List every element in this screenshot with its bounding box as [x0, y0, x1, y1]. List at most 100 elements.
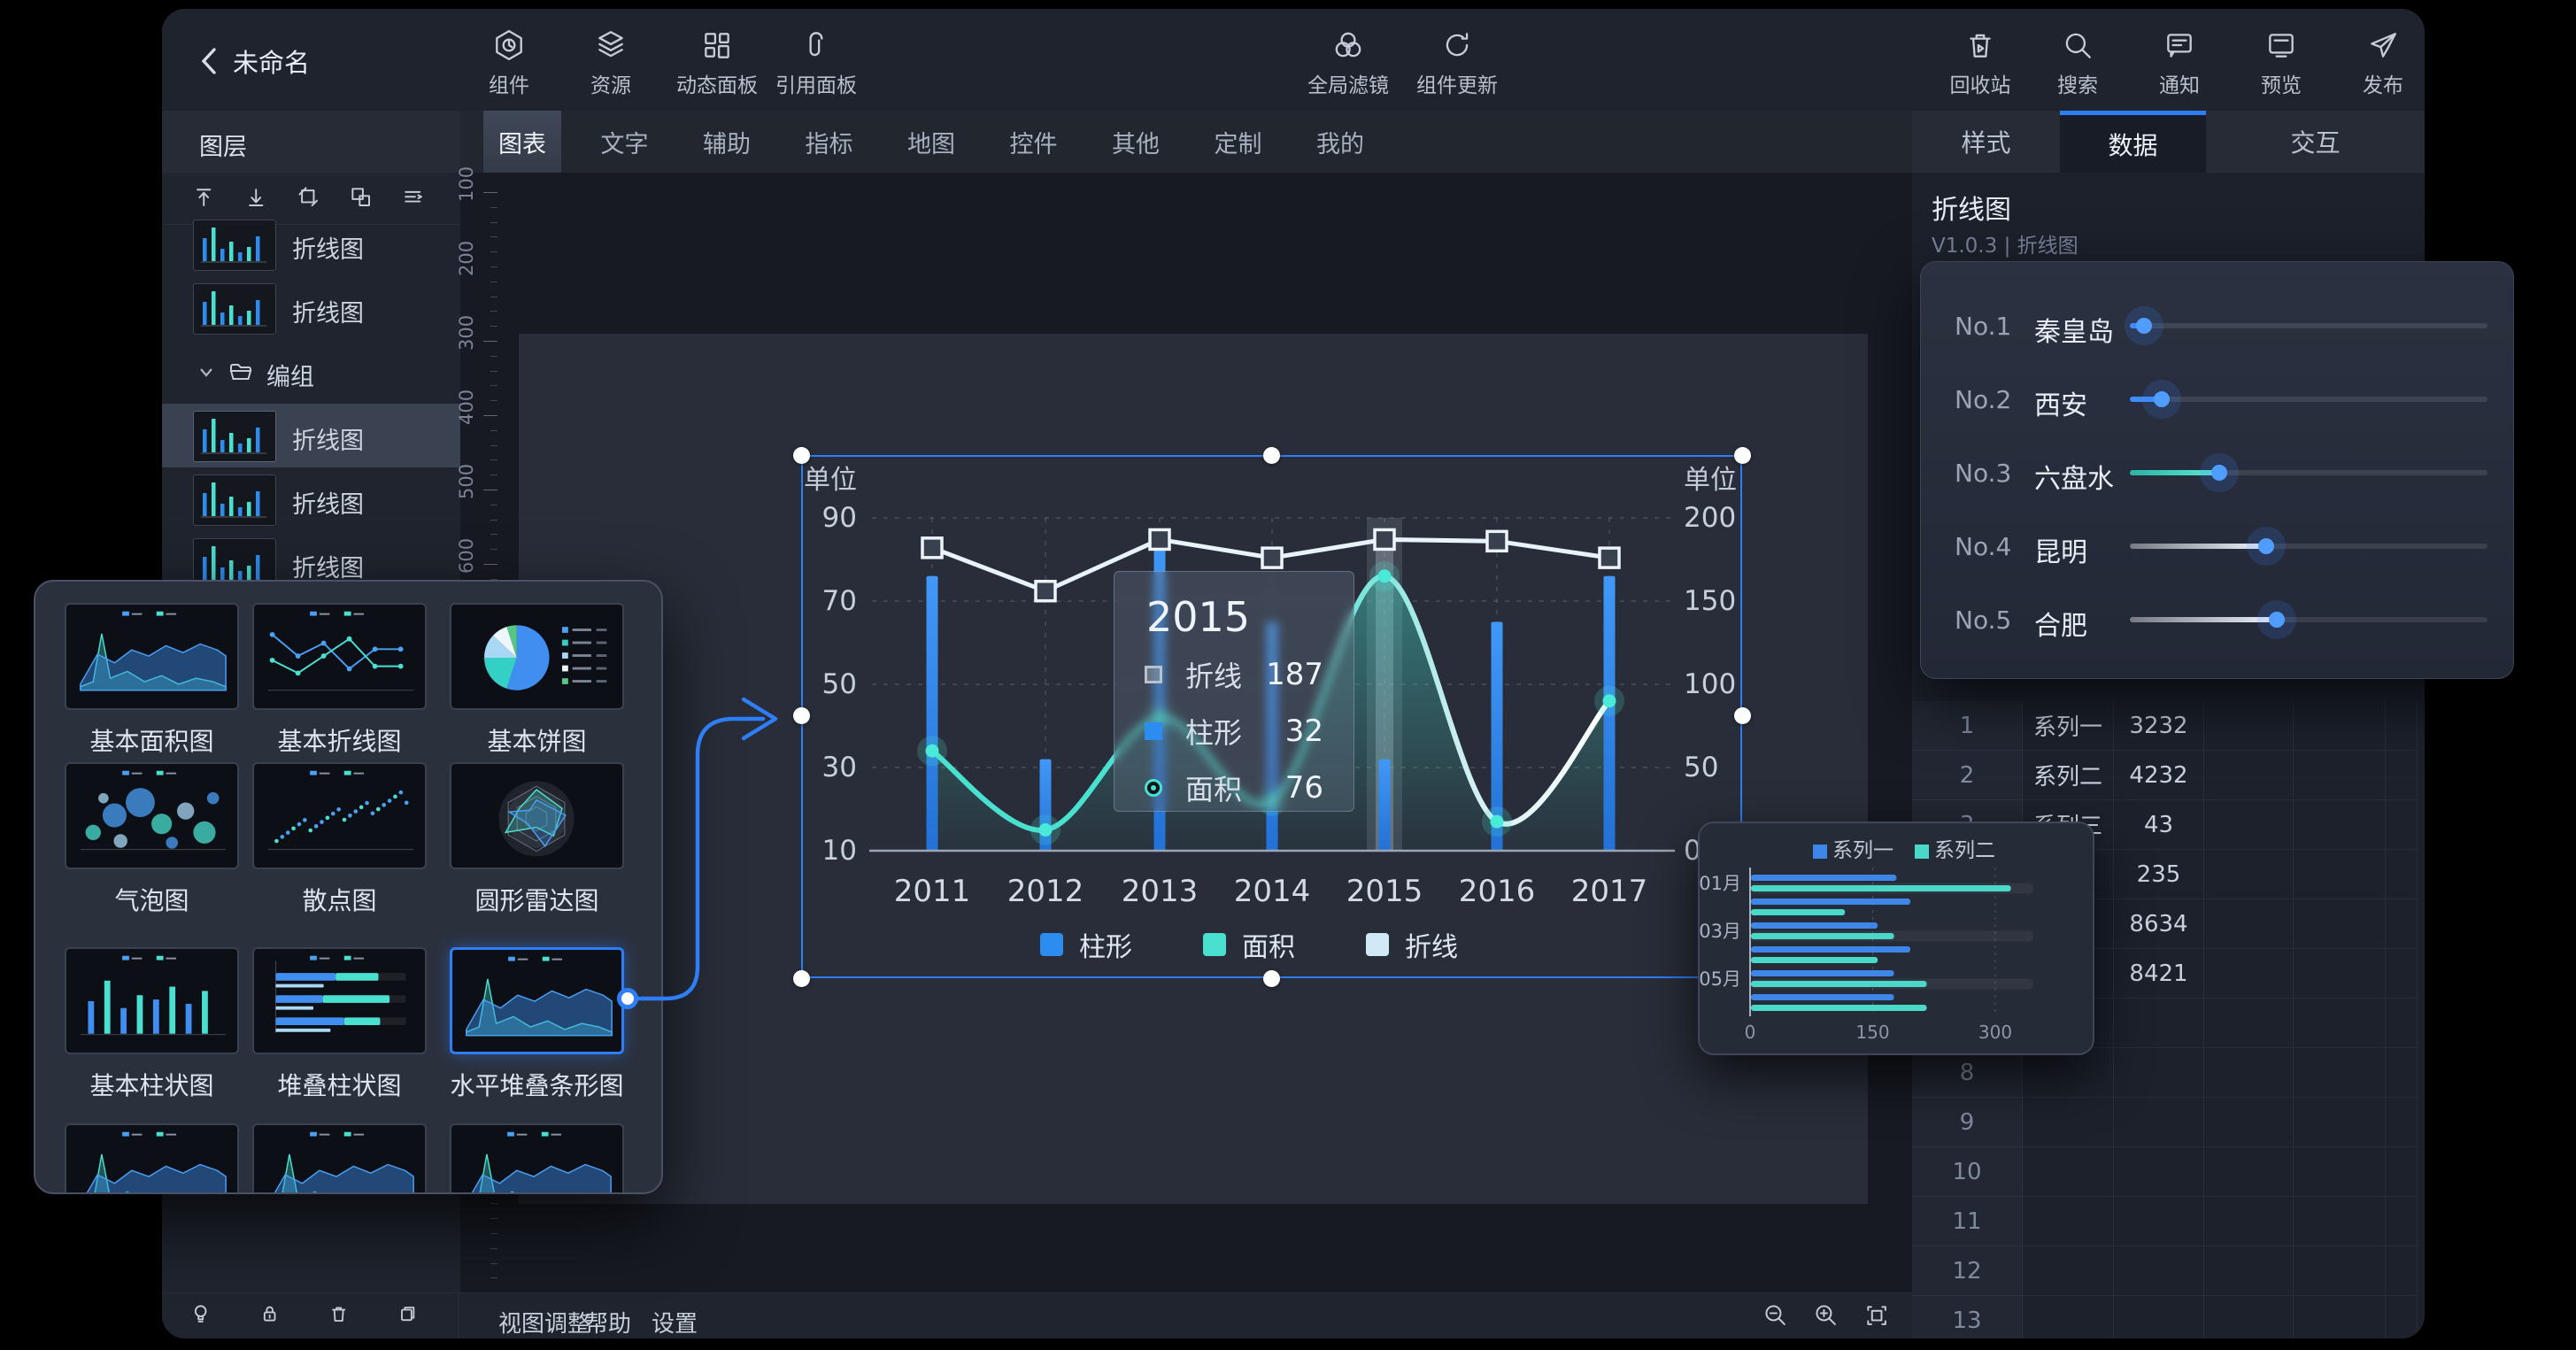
- table-cell[interactable]: [2294, 899, 2386, 949]
- fit-view-button[interactable]: [1863, 1302, 1892, 1331]
- table-cell[interactable]: [2204, 1197, 2294, 1246]
- table-cell[interactable]: [2386, 800, 2418, 850]
- bottombar-idea-button[interactable]: [190, 1303, 217, 1330]
- table-index-cell[interactable]: 1: [1912, 701, 2023, 751]
- table-cell[interactable]: [2386, 1296, 2418, 1338]
- table-cell[interactable]: [2294, 1296, 2386, 1338]
- legend-item-2[interactable]: 面积: [1203, 925, 1295, 964]
- table-cell[interactable]: [2204, 899, 2294, 949]
- topbar-tool-resources[interactable]: 资源: [556, 28, 666, 98]
- table-index-cell[interactable]: 11: [1912, 1197, 2023, 1246]
- layers-tool-to-back[interactable]: [243, 184, 272, 212]
- selection-handle[interactable]: [793, 447, 810, 464]
- table-cell[interactable]: [2023, 1147, 2114, 1197]
- table-cell[interactable]: [2114, 1147, 2204, 1197]
- table-cell[interactable]: [2114, 1098, 2204, 1147]
- gallery-item-7[interactable]: 基本柱状图: [65, 947, 239, 1102]
- layer-item-row[interactable]: 折线图: [162, 212, 460, 276]
- rank-slider-track[interactable]: [2130, 544, 2487, 549]
- layers-tool-to-front[interactable]: [191, 184, 220, 212]
- table-cell[interactable]: [2204, 850, 2294, 899]
- table-cell[interactable]: 系列一: [2023, 701, 2114, 751]
- table-index-cell[interactable]: 10: [1912, 1147, 2023, 1197]
- rank-slider-track[interactable]: [2130, 470, 2487, 475]
- table-cell[interactable]: [2204, 1296, 2294, 1338]
- gallery-item-1[interactable]: 基本面积图: [65, 603, 239, 758]
- zoom-out-button[interactable]: [1762, 1302, 1791, 1331]
- table-cell[interactable]: [2204, 1048, 2294, 1098]
- chevron-down-icon[interactable]: [197, 363, 215, 381]
- gallery-item-partial[interactable]: [65, 1123, 239, 1194]
- table-index-cell[interactable]: 12: [1912, 1246, 2023, 1296]
- rank-slider-knob[interactable]: [2258, 538, 2274, 554]
- back-button[interactable]: 未命名: [199, 42, 310, 80]
- right-panel-tab-2[interactable]: 数据: [2060, 111, 2206, 173]
- table-cell[interactable]: [2386, 949, 2418, 999]
- table-cell[interactable]: [2023, 1246, 2114, 1296]
- table-cell[interactable]: [2386, 899, 2418, 949]
- gallery-item-4[interactable]: 气泡图: [65, 762, 239, 917]
- table-cell[interactable]: [2294, 800, 2386, 850]
- table-cell[interactable]: [2294, 1197, 2386, 1246]
- table-cell[interactable]: [2204, 1246, 2294, 1296]
- layers-tool-ungroup[interactable]: [348, 184, 376, 212]
- table-cell[interactable]: 4232: [2114, 751, 2204, 800]
- gallery-item-partial[interactable]: [252, 1123, 427, 1194]
- table-cell[interactable]: [2023, 1048, 2114, 1098]
- table-cell[interactable]: [2114, 1246, 2204, 1296]
- table-cell[interactable]: [2386, 1147, 2418, 1197]
- table-cell[interactable]: [2204, 701, 2294, 751]
- bottombar-lock-button[interactable]: [259, 1303, 286, 1330]
- table-cell[interactable]: [2204, 1147, 2294, 1197]
- bottombar-delete-button[interactable]: [328, 1303, 355, 1330]
- table-cell[interactable]: [2294, 1098, 2386, 1147]
- table-cell[interactable]: [2294, 701, 2386, 751]
- table-cell[interactable]: 8634: [2114, 899, 2204, 949]
- gallery-item-partial[interactable]: [450, 1123, 624, 1194]
- table-cell[interactable]: [2294, 1048, 2386, 1098]
- gallery-item-8[interactable]: 堆叠柱状图: [252, 947, 427, 1102]
- component-tab-5[interactable]: 地图: [892, 111, 970, 173]
- topbar-tool-recycle-bin[interactable]: 回收站: [1925, 28, 2035, 98]
- component-tab-8[interactable]: 定制: [1199, 111, 1277, 173]
- table-cell[interactable]: [2386, 1098, 2418, 1147]
- table-cell[interactable]: [2294, 949, 2386, 999]
- component-tab-3[interactable]: 辅助: [688, 111, 766, 173]
- topbar-tool-dynamic-panel[interactable]: 动态面板: [662, 28, 772, 98]
- gallery-item-2[interactable]: 基本折线图: [252, 603, 427, 758]
- table-cell[interactable]: [2386, 1197, 2418, 1246]
- topbar-tool-component-update[interactable]: 组件更新: [1402, 28, 1512, 98]
- gallery-item-5[interactable]: 散点图: [252, 762, 427, 917]
- topbar-tool-preview[interactable]: 预览: [2226, 28, 2336, 98]
- layers-tool-layer-align[interactable]: [400, 184, 428, 212]
- table-cell[interactable]: [2386, 999, 2418, 1048]
- table-cell[interactable]: 8421: [2114, 949, 2204, 999]
- layer-item-row[interactable]: 折线图: [162, 467, 460, 531]
- table-cell[interactable]: [2386, 1246, 2418, 1296]
- table-cell[interactable]: 43: [2114, 800, 2204, 850]
- table-cell[interactable]: [2294, 1246, 2386, 1296]
- topbar-tool-reference-panel[interactable]: 引用面板: [761, 28, 871, 98]
- component-tab-6[interactable]: 控件: [995, 111, 1073, 173]
- table-cell[interactable]: [2204, 949, 2294, 999]
- table-index-cell[interactable]: 13: [1912, 1296, 2023, 1338]
- table-index-cell[interactable]: 8: [1912, 1048, 2023, 1098]
- rank-slider-track[interactable]: [2130, 323, 2487, 328]
- right-panel-tab-3[interactable]: 交互: [2206, 111, 2425, 173]
- component-tab-1[interactable]: 图表: [483, 111, 561, 173]
- table-cell[interactable]: [2023, 1197, 2114, 1246]
- table-cell[interactable]: [2204, 999, 2294, 1048]
- rank-slider-knob[interactable]: [2269, 612, 2285, 628]
- table-cell[interactable]: 235: [2114, 850, 2204, 899]
- table-cell[interactable]: [2023, 1098, 2114, 1147]
- selection-handle[interactable]: [1734, 707, 1751, 724]
- table-cell[interactable]: [2386, 850, 2418, 899]
- component-tab-9[interactable]: 我的: [1301, 111, 1379, 173]
- table-cell[interactable]: [2386, 1048, 2418, 1098]
- table-cell[interactable]: [2204, 1098, 2294, 1147]
- topbar-tool-global-filter[interactable]: 全局滤镜: [1293, 28, 1403, 98]
- layers-tool-group[interactable]: [296, 184, 324, 212]
- layer-group-row[interactable]: 编组: [162, 340, 460, 404]
- topbar-tool-search[interactable]: 搜索: [2023, 28, 2133, 98]
- bottombar-menu-3[interactable]: 设置: [652, 1306, 698, 1338]
